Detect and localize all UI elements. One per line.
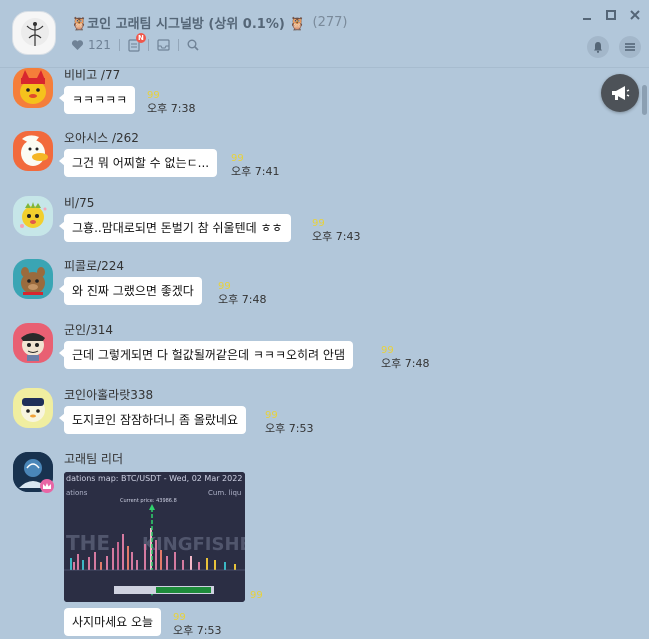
chat-header: 🦉코인 고래팀 시그널방 (상위 0.1%) 🦉 (277) 121 N xyxy=(0,0,649,68)
crown-icon xyxy=(40,479,54,493)
sender-name: 코인아홀라랏338 xyxy=(64,388,154,402)
unread-count: 99 xyxy=(231,153,244,164)
message-bubble[interactable]: 사지마세요 오늘 xyxy=(64,608,162,636)
menu-icon xyxy=(625,43,635,51)
message-bubble[interactable]: 와 진짜 그랬으면 좋겠다 xyxy=(59,277,202,305)
image-meta: 99 xyxy=(250,590,263,601)
search-button[interactable] xyxy=(187,39,199,51)
heart-icon xyxy=(71,40,84,50)
member-count[interactable]: (277) xyxy=(313,15,348,30)
sender-name: 군인/314 xyxy=(64,323,114,337)
message-bubble[interactable]: 도지코인 잠잠하더니 좀 올랐네요 xyxy=(58,406,247,434)
avatar[interactable] xyxy=(13,259,53,299)
avatar[interactable] xyxy=(13,388,53,428)
unread-count: 99 xyxy=(218,281,231,292)
unread-count: 99 xyxy=(312,218,325,229)
unread-count: 99 xyxy=(250,590,263,601)
image-sub-right: Cum. liqu xyxy=(208,489,241,497)
search-icon xyxy=(187,39,199,51)
unread-count: 99 xyxy=(265,410,278,421)
avatar[interactable] xyxy=(13,196,53,236)
sender-name: 피콜로/224 xyxy=(64,259,125,273)
message-meta: 99 오후 7:48 xyxy=(218,281,266,305)
sender-name: 비/75 xyxy=(64,196,95,210)
sender-name: 고래팀 리더 xyxy=(64,452,124,466)
avatar[interactable] xyxy=(13,68,53,108)
message-meta: 99 오후 7:53 xyxy=(265,410,313,434)
unread-count: 99 xyxy=(381,345,394,356)
maximize-icon[interactable] xyxy=(605,6,617,20)
sender-name: 오아시스 /262 xyxy=(64,131,139,145)
image-sub-left: ations xyxy=(66,489,88,497)
avatar[interactable] xyxy=(13,323,53,363)
divider xyxy=(147,39,149,51)
timestamp: 오후 7:41 xyxy=(231,165,280,178)
timestamp: 오후 7:48 xyxy=(381,357,430,370)
drawer-button[interactable] xyxy=(157,39,170,51)
timestamp: 오후 7:48 xyxy=(218,293,267,306)
image-price-label: Current price: 43986.8 xyxy=(120,498,177,504)
unread-count: 99 xyxy=(147,90,160,101)
divider xyxy=(177,39,179,51)
drawer-icon xyxy=(157,39,170,51)
bell-button[interactable] xyxy=(587,36,609,58)
image-range-fill xyxy=(156,587,211,593)
timestamp: 오후 7:43 xyxy=(312,230,361,243)
image-heading: dations map: BTC/USDT - Wed, 02 Mar 2022… xyxy=(66,474,245,483)
likes-count: 121 xyxy=(88,38,111,52)
avatar[interactable] xyxy=(13,131,53,171)
new-badge: N xyxy=(135,32,146,43)
announcement-button[interactable] xyxy=(601,74,639,112)
unread-count: 99 xyxy=(173,612,186,623)
room-avatar[interactable] xyxy=(12,11,56,55)
message-meta: 99 오후 7:43 xyxy=(312,218,360,242)
message-meta: 99 오후 7:41 xyxy=(231,153,279,177)
likes[interactable]: 121 xyxy=(71,38,111,52)
message-meta: 99 오후 7:38 xyxy=(147,90,195,114)
image-watermark-right: KINGFISHER xyxy=(142,534,245,555)
message-meta: 99 오후 7:48 xyxy=(381,345,429,369)
menu-button[interactable] xyxy=(619,36,641,58)
message-bubble[interactable]: 그횽..맘대로되면 돈벌기 참 쉬울텐데 ㅎㅎ xyxy=(59,214,291,242)
room-title: 🦉코인 고래팀 시그널방 (상위 0.1%) 🦉 xyxy=(71,17,306,32)
message-bubble[interactable]: 근데 그렇게되면 다 헐값될꺼같은데 ㅋㅋㅋ오히려 안댐 xyxy=(59,341,353,369)
divider xyxy=(118,39,120,51)
message-bubble[interactable]: ㅋㅋㅋㅋㅋ xyxy=(58,86,136,114)
close-icon[interactable] xyxy=(629,6,641,20)
bell-icon xyxy=(594,42,602,53)
shared-image[interactable]: dations map: BTC/USDT - Wed, 02 Mar 2022… xyxy=(64,472,245,602)
megaphone-icon xyxy=(612,86,630,100)
timestamp: 오후 7:53 xyxy=(173,624,222,637)
sender-name: 비비고 /77 xyxy=(64,68,121,82)
timestamp: 오후 7:38 xyxy=(147,102,196,115)
notice-button[interactable]: N xyxy=(128,32,146,52)
image-watermark-left: THE xyxy=(66,531,110,555)
message-bubble[interactable]: 그건 뭐 어찌할 수 없는ㄷ... xyxy=(58,149,218,177)
minimize-icon[interactable] xyxy=(581,6,593,20)
message-meta: 99 오후 7:53 xyxy=(173,612,221,636)
scrollbar[interactable] xyxy=(642,85,647,115)
timestamp: 오후 7:53 xyxy=(265,422,314,435)
